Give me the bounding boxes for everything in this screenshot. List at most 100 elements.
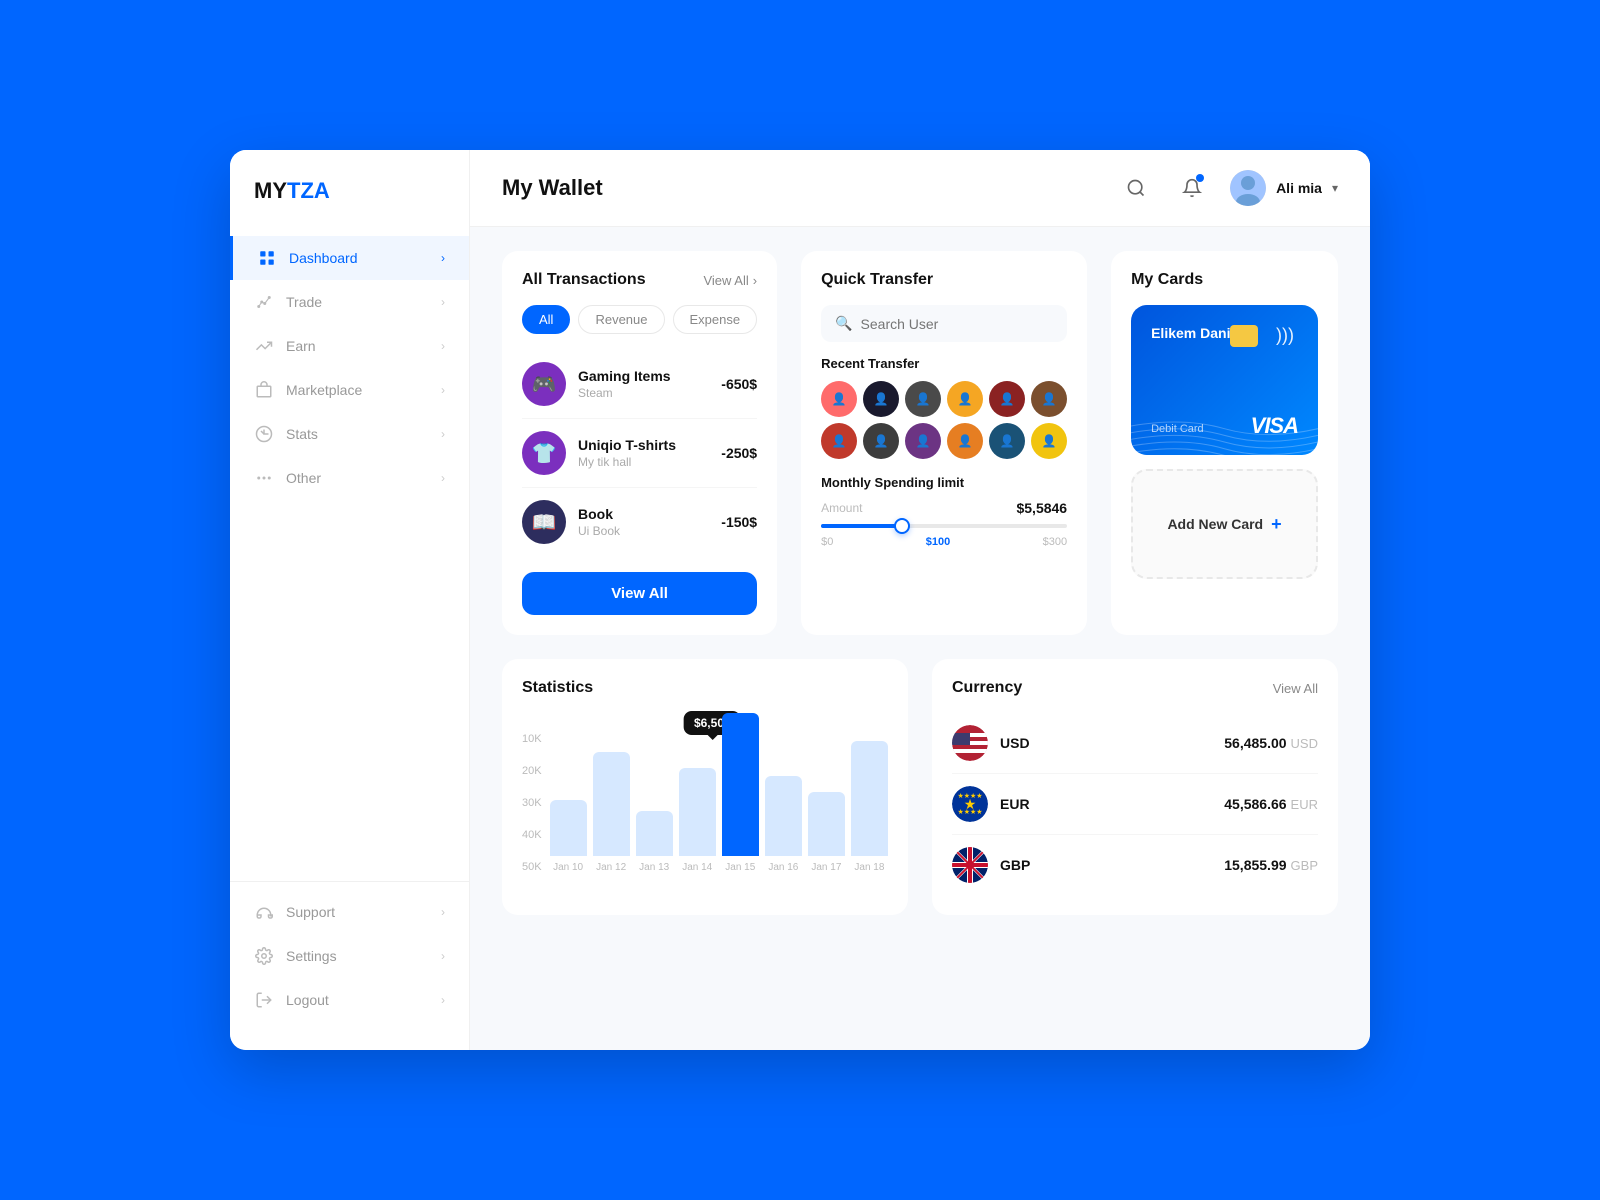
user-name: Ali mia [1276,180,1322,196]
transaction-item: 👕 Uniqio T-shirts My tik hall -250$ [522,419,757,488]
sidebar-item-settings-label: Settings [286,948,337,964]
logout-icon [254,990,274,1010]
filter-revenue[interactable]: Revenue [578,305,664,334]
transactions-header: All Transactions View All › [522,271,757,289]
chevron-down-icon: ▾ [1332,181,1338,195]
header: My Wallet Ali mia ▾ [470,150,1370,227]
sidebar-item-settings[interactable]: Settings › [230,934,469,978]
svg-text:★★★★: ★★★★ [957,792,982,800]
tx-sub-book: Ui Book [578,524,721,538]
filter-all[interactable]: All [522,305,570,334]
tx-name-book: Book [578,506,721,522]
quick-transfer-panel: Quick Transfer 🔍 Recent Transfer 👤 👤 👤 👤… [801,251,1087,635]
eur-amount: 45,586.66EUR [1224,796,1318,812]
spending-label: Monthly Spending limit [821,475,1067,490]
card-chip [1230,325,1258,347]
main-content: My Wallet Ali mia ▾ [470,150,1370,1050]
sidebar-item-support[interactable]: Support › [230,890,469,934]
currency-panel: Currency View All USD 56,485.00USD ★★★★★… [932,659,1338,915]
recent-label: Recent Transfer [821,356,1067,371]
bar-jan13: Jan 13 [636,713,673,873]
sidebar-item-marketplace[interactable]: Marketplace › [230,368,469,412]
tx-sub-tshirt: My tik hall [578,455,721,469]
statistics-panel: Statistics $6,500 50K 40K 30K 20K 10K [502,659,908,915]
plus-icon: + [1271,514,1282,535]
transaction-item: 📖 Book Ui Book -150$ [522,488,757,556]
tshirt-icon: 👕 [522,431,566,475]
avatar-4[interactable]: 👤 [947,381,983,417]
statistics-title: Statistics [522,679,593,697]
flag-eur: ★★★★★★★★★ [952,786,988,822]
bar-jan15[interactable]: Jan 15 [722,713,759,873]
chart-container: $6,500 50K 40K 30K 20K 10K Jan 1 [522,713,888,893]
nav-section: Dashboard › Trade › Earn [230,236,469,881]
visa-logo: VISA [1251,413,1298,439]
logo-tza: TZA [287,178,330,203]
search-button[interactable] [1118,170,1154,206]
avatar-3[interactable]: 👤 [905,381,941,417]
view-all-button[interactable]: View All [522,572,757,615]
tx-amount-gaming: -650$ [721,376,757,392]
sidebar-item-stats[interactable]: Stats › [230,412,469,456]
slider-max: $300 [1043,536,1067,548]
sidebar-item-logout[interactable]: Logout › [230,978,469,1022]
slider-fill [821,524,902,528]
transaction-item: 🎮 Gaming Items Steam -650$ [522,350,757,419]
settings-icon [254,946,274,966]
tx-amount-tshirt: -250$ [721,445,757,461]
tx-sub-gaming: Steam [578,386,721,400]
transactions-view-all[interactable]: View All › [703,273,757,288]
filter-tabs: All Revenue Expense [522,305,757,334]
search-icon: 🔍 [835,315,852,332]
bar-jan16: Jan 16 [765,713,802,873]
search-input[interactable] [861,316,1054,332]
tx-name-gaming: Gaming Items [578,368,721,384]
gbp-code: GBP [1000,857,1224,873]
recent-avatars: 👤 👤 👤 👤 👤 👤 👤 👤 👤 👤 👤 👤 [821,381,1067,459]
slider-mid: $100 [926,536,950,548]
bottom-row: Statistics $6,500 50K 40K 30K 20K 10K [470,659,1370,939]
avatar [1230,170,1266,206]
avatar-8[interactable]: 👤 [863,423,899,459]
top-cards: All Transactions View All › All Revenue … [470,227,1370,659]
marketplace-icon [254,380,274,400]
flag-gbp [952,847,988,883]
bar-jan18: Jan 18 [851,713,888,873]
y-axis: 50K 40K 30K 20K 10K [522,733,542,893]
notification-button[interactable] [1174,170,1210,206]
my-cards-title: My Cards [1131,271,1203,289]
gaming-icon: 🎮 [522,362,566,406]
usd-amount: 56,485.00USD [1224,735,1318,751]
tx-name-tshirt: Uniqio T-shirts [578,437,721,453]
sidebar-item-other[interactable]: Other › [230,456,469,500]
svg-text:★★★★: ★★★★ [957,808,982,816]
dashboard-icon [257,248,277,268]
currency-header: Currency View All [952,679,1318,697]
sidebar-item-dashboard[interactable]: Dashboard › [230,236,469,280]
avatar-11[interactable]: 👤 [989,423,1025,459]
avatar-10[interactable]: 👤 [947,423,983,459]
avatar-6[interactable]: 👤 [1031,381,1067,417]
slider-thumb[interactable] [894,518,910,534]
avatar-1[interactable]: 👤 [821,381,857,417]
quick-transfer-header: Quick Transfer [821,271,1067,289]
avatar-12[interactable]: 👤 [1031,423,1067,459]
logo: MYTZA [230,178,469,236]
bar-jan14: Jan 14 [679,713,716,873]
filter-expense[interactable]: Expense [673,305,758,334]
avatar-9[interactable]: 👤 [905,423,941,459]
avatar-2[interactable]: 👤 [863,381,899,417]
sidebar-item-earn[interactable]: Earn › [230,324,469,368]
flag-usd [952,725,988,761]
avatar-7[interactable]: 👤 [821,423,857,459]
add-card-button[interactable]: Add New Card + [1131,469,1318,579]
chevron-right-icon: › [441,905,445,919]
chevron-right-icon: › [441,339,445,353]
avatar-5[interactable]: 👤 [989,381,1025,417]
currency-view-all[interactable]: View All [1273,681,1318,696]
my-cards-panel: My Cards Elikem Daniels ))) [1111,251,1338,635]
sidebar-item-trade[interactable]: Trade › [230,280,469,324]
bar-jan17: Jan 17 [808,713,845,873]
chevron-right-icon: › [441,471,445,485]
user-profile[interactable]: Ali mia ▾ [1230,170,1338,206]
